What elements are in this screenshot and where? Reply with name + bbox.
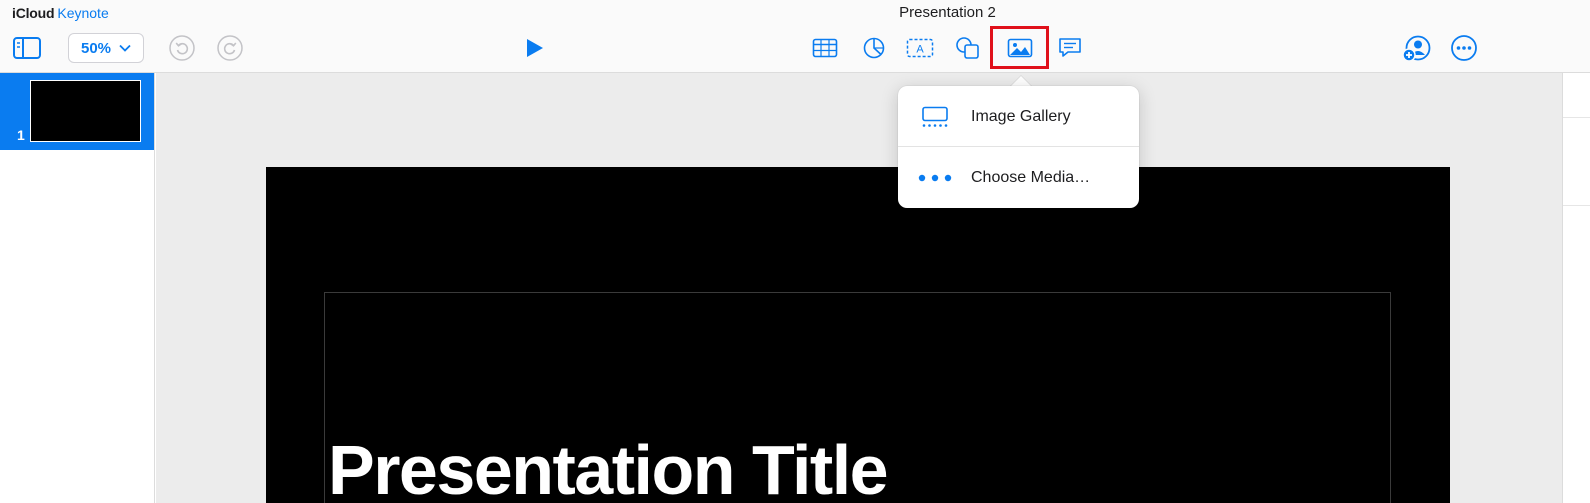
undo-icon xyxy=(169,35,195,61)
media-menu-popover: Image Gallery Choose Media… xyxy=(898,86,1139,208)
shape-icon xyxy=(956,37,979,59)
more-dots-icon xyxy=(898,173,971,183)
insert-shape-button[interactable] xyxy=(951,33,985,63)
chevron-down-icon xyxy=(119,44,131,52)
slide[interactable]: Presentation Title xyxy=(266,167,1450,503)
zoom-value: 50% xyxy=(80,39,112,57)
table-icon xyxy=(812,38,838,58)
insert-table-button[interactable] xyxy=(808,33,842,63)
more-icon xyxy=(1451,35,1477,61)
redo-icon xyxy=(217,35,243,61)
play-button[interactable] xyxy=(522,35,548,61)
insert-text-box-button[interactable]: A xyxy=(903,33,937,63)
zoom-select[interactable]: 50% xyxy=(68,33,144,63)
text-box-icon: A xyxy=(906,38,934,58)
image-gallery-icon xyxy=(898,106,971,128)
redo-button[interactable] xyxy=(216,34,244,62)
media-icon xyxy=(1007,38,1032,57)
menu-item-label: Choose Media… xyxy=(971,168,1091,186)
menu-item-label: Image Gallery xyxy=(971,107,1071,125)
slide-number: 1 xyxy=(17,127,25,143)
sidebar-toggle-button[interactable] xyxy=(10,33,44,63)
undo-button[interactable] xyxy=(168,34,196,62)
collaborate-icon xyxy=(1402,35,1431,62)
toolbar: iCloud Keynote Presentation 2 50% A xyxy=(0,0,1590,73)
insert-chart-button[interactable] xyxy=(857,33,891,63)
insert-comment-button[interactable] xyxy=(1053,33,1087,63)
svg-text:A: A xyxy=(916,44,924,56)
divider xyxy=(1563,117,1590,118)
divider xyxy=(1563,205,1590,206)
collaborate-button[interactable] xyxy=(1400,33,1434,63)
format-sidebar-edge xyxy=(1562,73,1590,503)
slide-title-text[interactable]: Presentation Title xyxy=(328,435,889,503)
sidebar-icon xyxy=(13,37,41,59)
more-options-button[interactable] xyxy=(1449,33,1479,63)
menu-item-image-gallery[interactable]: Image Gallery xyxy=(898,86,1139,147)
comment-icon xyxy=(1059,38,1081,57)
slide-navigator: 1 xyxy=(0,73,155,503)
chart-icon xyxy=(863,37,885,59)
menu-item-choose-media[interactable]: Choose Media… xyxy=(898,147,1139,208)
slide-thumbnail-preview xyxy=(30,80,141,142)
slide-thumbnail-item[interactable]: 1 xyxy=(0,73,154,150)
insert-media-button[interactable] xyxy=(990,26,1049,69)
play-icon xyxy=(527,39,543,57)
document-title[interactable]: Presentation 2 xyxy=(0,4,1590,21)
